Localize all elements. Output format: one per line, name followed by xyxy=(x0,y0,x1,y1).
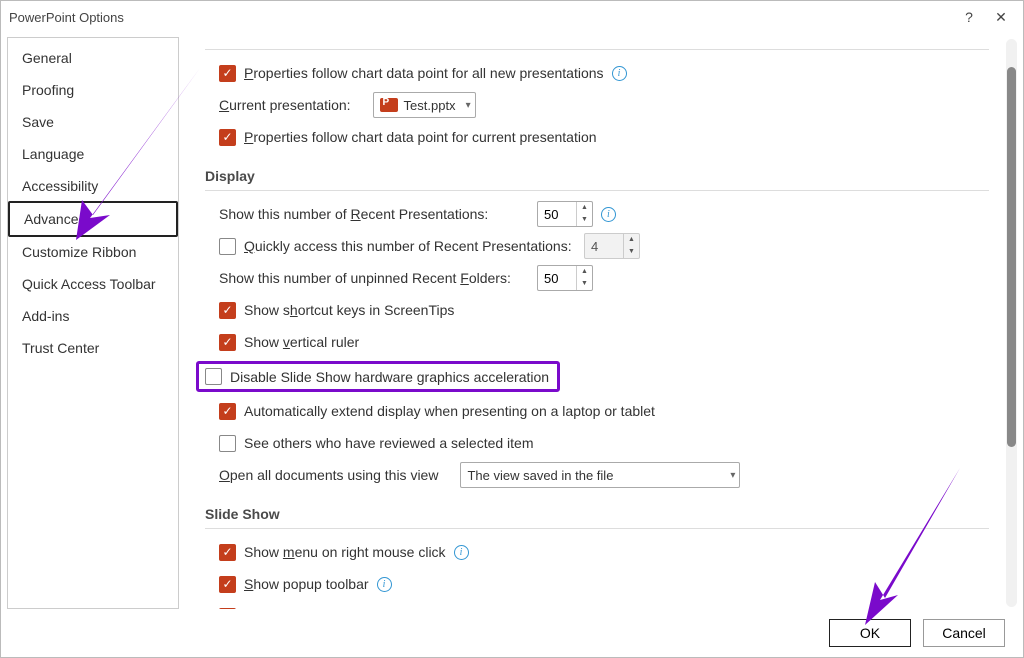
row-disable-hw: Disable Slide Show hardware graphics acc… xyxy=(205,361,989,392)
label-open-view: Open all documents using this view xyxy=(219,467,438,483)
sidebar-item-advanced[interactable]: Advanced xyxy=(8,201,178,237)
row-unpinned-folders: Show this number of unpinned Recent Fold… xyxy=(205,265,989,291)
row-quick-access: Quickly access this number of Recent Pre… xyxy=(205,233,989,259)
spinner-input xyxy=(585,239,623,254)
label-auto-extend: Automatically extend display when presen… xyxy=(244,403,655,419)
main-panel: Properties follow chart data point for a… xyxy=(187,37,1017,609)
dropdown-value: The view saved in the file xyxy=(467,468,613,483)
label-prop-new: Properties follow chart data point for a… xyxy=(244,65,604,81)
sidebar-item-language[interactable]: Language xyxy=(8,138,178,170)
sidebar-item-quick-access[interactable]: Quick Access Toolbar xyxy=(8,268,178,300)
spinner-unpinned-folders[interactable]: ▲▼ xyxy=(537,265,593,291)
label-popup-toolbar: Show popup toolbar xyxy=(244,576,369,592)
annotation-highlight: Disable Slide Show hardware graphics acc… xyxy=(196,361,560,392)
row-ink: Prompt to keep ink annotations when exit… xyxy=(205,603,989,609)
info-icon[interactable] xyxy=(454,545,469,560)
label-disable-hw: Disable Slide Show hardware graphics acc… xyxy=(230,369,549,385)
row-see-others: See others who have reviewed a selected … xyxy=(205,430,989,456)
cancel-button[interactable]: Cancel xyxy=(923,619,1005,647)
sidebar-item-accessibility[interactable]: Accessibility xyxy=(8,170,178,202)
divider xyxy=(205,190,989,191)
divider xyxy=(205,528,989,529)
label-current-presentation: Current presentation: xyxy=(219,97,351,113)
label-see-others: See others who have reviewed a selected … xyxy=(244,435,534,451)
sidebar-item-trust-center[interactable]: Trust Center xyxy=(8,332,178,364)
dialog-footer: OK Cancel xyxy=(1,609,1023,657)
help-button[interactable]: ? xyxy=(953,3,985,31)
row-vertical-ruler: Show vertical ruler xyxy=(205,329,989,355)
checkbox-ink[interactable] xyxy=(219,608,236,610)
dropdown-value: Test.pptx xyxy=(404,98,456,113)
label-shortcut-keys: Show shortcut keys in ScreenTips xyxy=(244,302,454,318)
checkbox-disable-hw[interactable] xyxy=(205,368,222,385)
checkbox-prop-new[interactable] xyxy=(219,65,236,82)
spinner-buttons[interactable]: ▲▼ xyxy=(576,202,592,226)
checkbox-popup-toolbar[interactable] xyxy=(219,576,236,593)
checkbox-shortcut-keys[interactable] xyxy=(219,302,236,319)
scrollbar-thumb[interactable] xyxy=(1007,67,1016,447)
titlebar: PowerPoint Options ? ✕ xyxy=(1,1,1023,33)
row-auto-extend: Automatically extend display when presen… xyxy=(205,398,989,424)
checkbox-vertical-ruler[interactable] xyxy=(219,334,236,351)
ok-button[interactable]: OK xyxy=(829,619,911,647)
info-icon[interactable] xyxy=(601,207,616,222)
row-prop-new: Properties follow chart data point for a… xyxy=(205,60,989,86)
label-recent-presentations: Show this number of Recent Presentations… xyxy=(219,206,529,222)
sidebar-item-general[interactable]: General xyxy=(8,42,178,74)
scrollbar[interactable] xyxy=(1006,39,1017,607)
info-icon[interactable] xyxy=(377,577,392,592)
spinner-input[interactable] xyxy=(538,271,576,286)
sidebar-item-save[interactable]: Save xyxy=(8,106,178,138)
checkbox-menu-rightclick[interactable] xyxy=(219,544,236,561)
info-icon[interactable] xyxy=(612,66,627,81)
spinner-recent-presentations[interactable]: ▲▼ xyxy=(537,201,593,227)
row-popup-toolbar: Show popup toolbar xyxy=(205,571,989,597)
checkbox-auto-extend[interactable] xyxy=(219,403,236,420)
main-wrap: Properties follow chart data point for a… xyxy=(187,37,1017,609)
label-prop-current: Properties follow chart data point for c… xyxy=(244,129,597,145)
spinner-buttons[interactable]: ▲▼ xyxy=(576,266,592,290)
sidebar-item-customize-ribbon[interactable]: Customize Ribbon xyxy=(8,236,178,268)
row-open-view: Open all documents using this view The v… xyxy=(205,462,989,488)
label-ink: Prompt to keep ink annotations when exit… xyxy=(244,608,519,609)
sidebar-item-addins[interactable]: Add-ins xyxy=(8,300,178,332)
checkbox-quick-access[interactable] xyxy=(219,238,236,255)
dialog-body: General Proofing Save Language Accessibi… xyxy=(1,33,1023,609)
label-unpinned-folders: Show this number of unpinned Recent Fold… xyxy=(219,270,529,286)
row-current-presentation: Current presentation: Test.pptx ▾ xyxy=(205,92,989,118)
section-display: Display xyxy=(205,168,989,184)
row-recent-presentations: Show this number of Recent Presentations… xyxy=(205,201,989,227)
powerpoint-file-icon xyxy=(380,98,398,112)
label-quick-access: Quickly access this number of Recent Pre… xyxy=(244,238,576,254)
spinner-buttons: ▲▼ xyxy=(623,234,639,258)
row-shortcut-keys: Show shortcut keys in ScreenTips xyxy=(205,297,989,323)
row-prop-current: Properties follow chart data point for c… xyxy=(205,124,989,150)
dropdown-current-presentation[interactable]: Test.pptx ▾ xyxy=(373,92,476,118)
section-slideshow: Slide Show xyxy=(205,506,989,522)
row-menu-rightclick: Show menu on right mouse click xyxy=(205,539,989,565)
chevron-down-icon: ▾ xyxy=(730,470,735,481)
close-button[interactable]: ✕ xyxy=(985,3,1017,31)
sidebar-item-proofing[interactable]: Proofing xyxy=(8,74,178,106)
sidebar: General Proofing Save Language Accessibi… xyxy=(7,37,179,609)
window-title: PowerPoint Options xyxy=(9,10,953,25)
label-vertical-ruler: Show vertical ruler xyxy=(244,334,359,350)
dropdown-open-view[interactable]: The view saved in the file ▾ xyxy=(460,462,740,488)
label-menu-rightclick: Show menu on right mouse click xyxy=(244,544,446,560)
options-dialog: PowerPoint Options ? ✕ General Proofing … xyxy=(0,0,1024,658)
chevron-down-icon: ▾ xyxy=(466,100,471,111)
divider xyxy=(205,49,989,50)
spinner-input[interactable] xyxy=(538,207,576,222)
checkbox-see-others[interactable] xyxy=(219,435,236,452)
checkbox-prop-current[interactable] xyxy=(219,129,236,146)
spinner-quick-access: ▲▼ xyxy=(584,233,640,259)
